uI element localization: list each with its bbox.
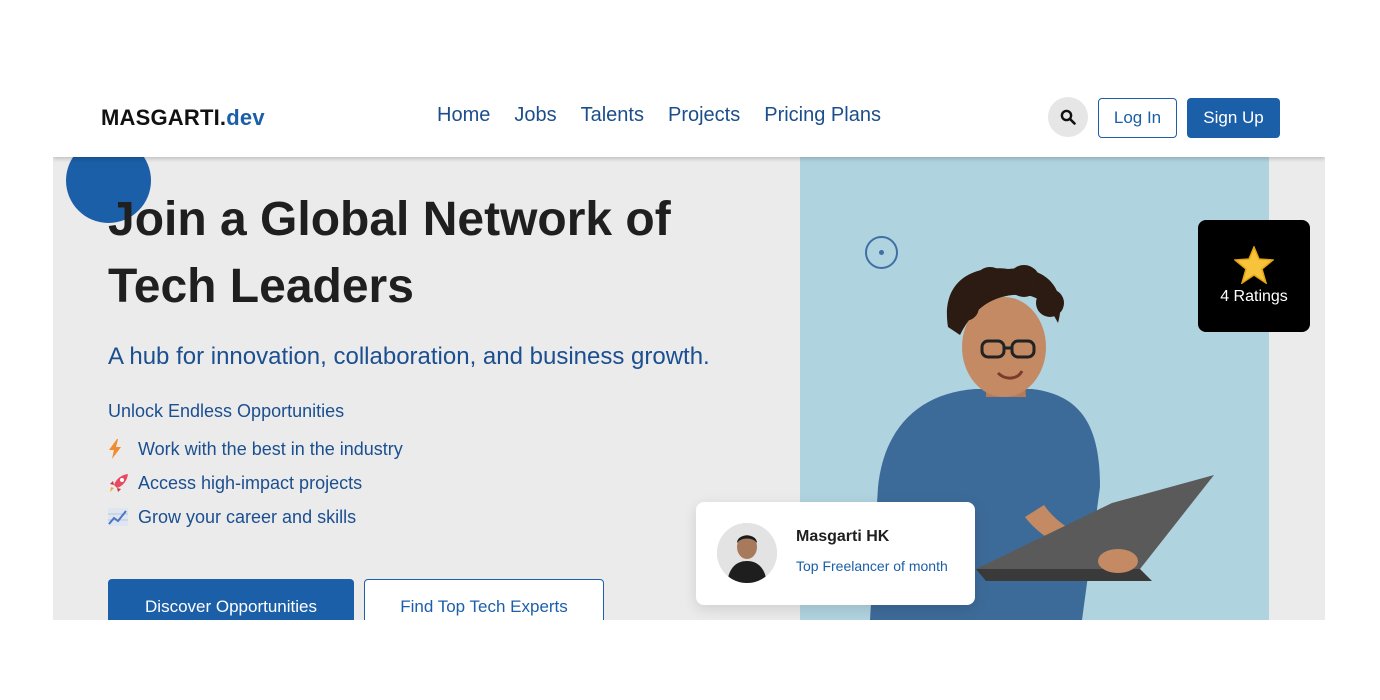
lightning-icon bbox=[108, 439, 138, 459]
page-frame: MASGARTI.dev Home Jobs Talents Projects … bbox=[53, 76, 1325, 620]
nav-pricing-plans[interactable]: Pricing Plans bbox=[764, 104, 881, 127]
list-item: Work with the best in the industry bbox=[108, 432, 403, 466]
ratings-label: 4 Ratings bbox=[1220, 288, 1288, 305]
opportunity-text: Grow your career and skills bbox=[138, 506, 357, 527]
hero-title: Join a Global Network of Tech Leaders bbox=[108, 193, 671, 313]
chart-icon bbox=[108, 508, 138, 526]
hero-subtitle: A hub for innovation, collaboration, and… bbox=[108, 343, 710, 370]
login-button[interactable]: Log In bbox=[1098, 98, 1177, 138]
ratings-card: 4 Ratings bbox=[1198, 220, 1310, 332]
nav-home[interactable]: Home bbox=[437, 104, 490, 127]
opportunity-text: Access high-impact projects bbox=[138, 472, 363, 493]
nav-jobs[interactable]: Jobs bbox=[514, 104, 556, 127]
list-item: Access high-impact projects bbox=[108, 466, 403, 500]
search-button[interactable] bbox=[1048, 97, 1088, 137]
star-icon bbox=[1234, 246, 1274, 284]
signup-button[interactable]: Sign Up bbox=[1187, 98, 1280, 138]
opportunity-text: Work with the best in the industry bbox=[138, 438, 403, 459]
nav-talents[interactable]: Talents bbox=[581, 104, 644, 127]
opportunities-list: Work with the best in the industry Acces… bbox=[108, 432, 403, 534]
site-header: MASGARTI.dev Home Jobs Talents Projects … bbox=[53, 76, 1325, 157]
brand-logo-main: MASGARTI. bbox=[101, 105, 227, 130]
nav-projects[interactable]: Projects bbox=[668, 104, 740, 127]
freelancer-role: Top Freelancer of month bbox=[796, 558, 948, 574]
list-item: Grow your career and skills bbox=[108, 500, 403, 534]
brand-logo[interactable]: MASGARTI.dev bbox=[101, 105, 265, 131]
freelancer-name: Masgarti HK bbox=[796, 528, 890, 545]
find-experts-button[interactable]: Find Top Tech Experts bbox=[364, 579, 604, 620]
rocket-icon bbox=[108, 472, 138, 494]
avatar bbox=[717, 523, 777, 583]
brand-logo-accent: dev bbox=[226, 105, 265, 130]
main-nav: Home Jobs Talents Projects Pricing Plans bbox=[437, 104, 905, 127]
opportunities-heading: Unlock Endless Opportunities bbox=[108, 401, 345, 421]
search-icon bbox=[1060, 109, 1076, 125]
featured-freelancer-card: Masgarti HK Top Freelancer of month bbox=[696, 502, 975, 605]
decorative-circle bbox=[865, 236, 898, 269]
discover-opportunities-button[interactable]: Discover Opportunities bbox=[108, 579, 354, 620]
